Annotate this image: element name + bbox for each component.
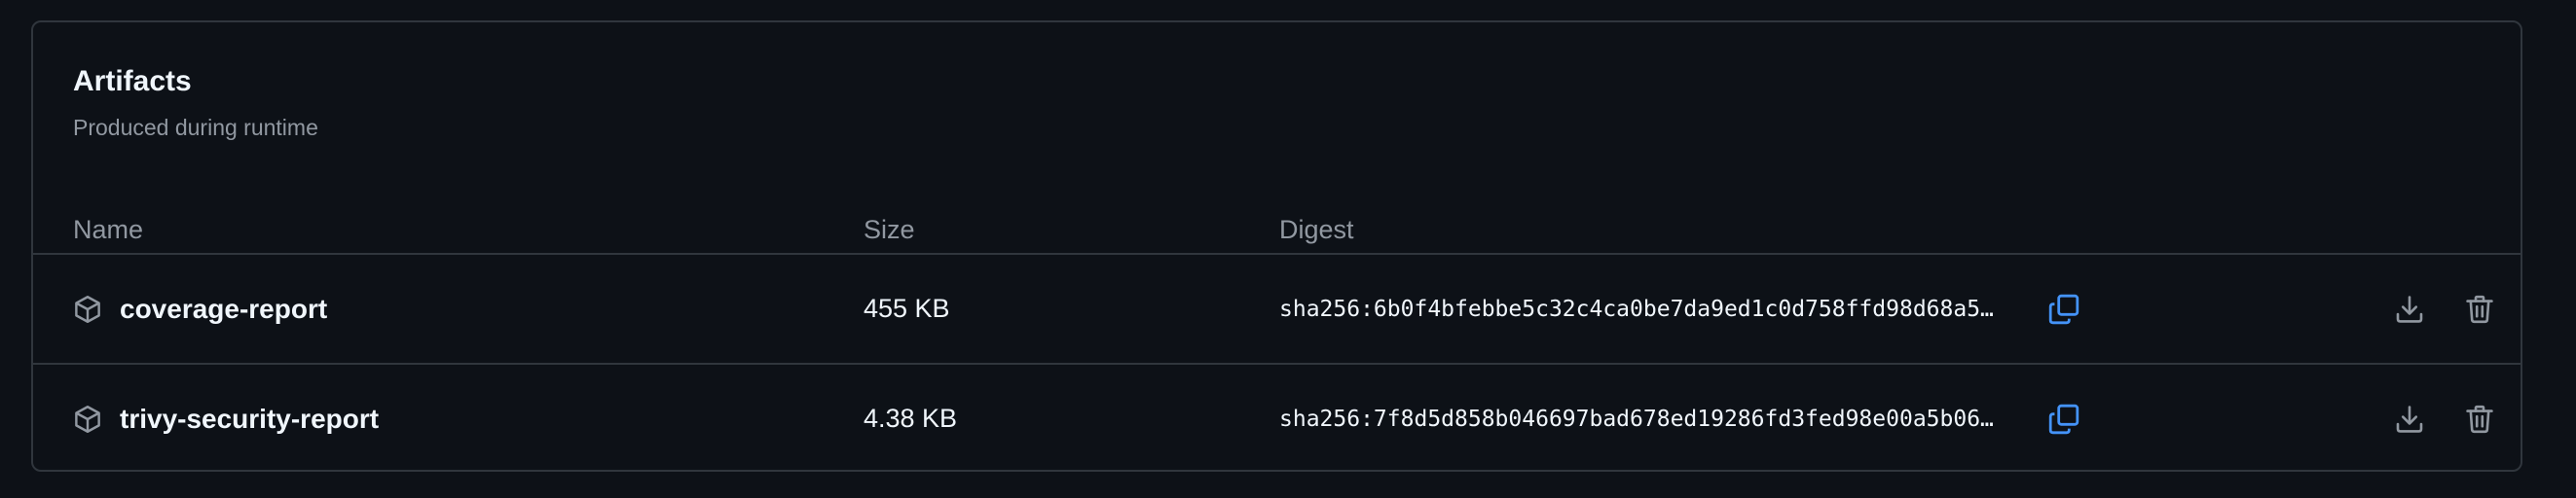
artifact-digest: sha256:7f8d5d858b046697bad678ed19286fd3f… [1279,406,1994,432]
column-header-name: Name [73,215,144,244]
delete-button[interactable] [2459,399,2500,440]
artifact-digest-cell: sha256:7f8d5d858b046697bad678ed19286fd3f… [1279,365,2083,473]
delete-button[interactable] [2459,289,2500,330]
table-row: trivy-security-report 4.38 KB sha256:7f8… [33,363,2521,473]
copy-icon [2048,404,2079,434]
artifact-name-link[interactable]: trivy-security-report [120,404,379,435]
artifact-name-cell: trivy-security-report [73,365,379,473]
download-icon [2396,406,2423,433]
artifact-size: 455 KB [864,294,950,323]
table-row: coverage-report 455 KB sha256:6b0f4bfebb… [33,253,2521,363]
artifact-digest: sha256:6b0f4bfebbe5c32c4ca0be7da9ed1c0d7… [1279,296,1994,322]
artifact-digest-cell: sha256:6b0f4bfebbe5c32c4ca0be7da9ed1c0d7… [1279,255,2083,363]
package-icon [73,404,104,435]
download-icon [2396,296,2423,323]
trash-icon [2466,405,2493,434]
download-button[interactable] [2389,289,2430,330]
copy-icon [2048,294,2079,324]
artifact-name-link[interactable]: coverage-report [120,294,327,325]
copy-digest-button[interactable] [2044,400,2083,439]
artifact-size: 4.38 KB [864,404,958,433]
package-icon [73,294,104,325]
artifact-name-cell: coverage-report [73,255,327,363]
column-header-size: Size [864,215,915,244]
column-header-digest: Digest [1279,215,1354,244]
artifacts-subtitle: Produced during runtime [73,115,318,140]
trash-icon [2466,295,2493,324]
download-button[interactable] [2389,399,2430,440]
artifacts-panel: Artifacts Produced during runtime Name S… [31,20,2522,472]
copy-digest-button[interactable] [2044,290,2083,329]
artifacts-title: Artifacts [73,65,192,97]
